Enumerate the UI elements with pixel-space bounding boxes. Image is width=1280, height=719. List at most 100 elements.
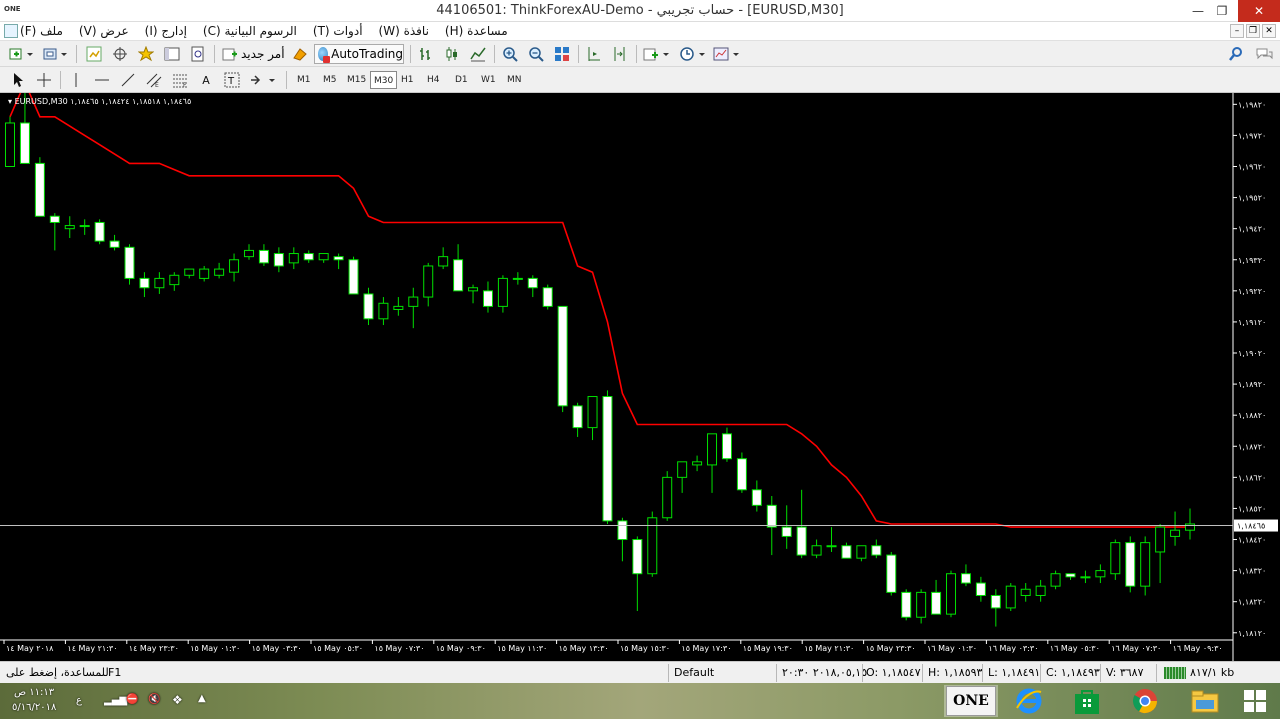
price-chart[interactable]: ١,١٩٨٢٠ ١,١٩٧٢٠ ١,١٩٦٢٠ ١,١٩٥٢٠ ١,١٩٤٢٠ ١,١٩٣… — [0, 93, 1280, 661]
store-icon[interactable] — [1060, 685, 1114, 717]
volume-muted-icon[interactable]: 🔇 — [148, 694, 160, 705]
autotrading-button[interactable]: AutoTrading — [314, 44, 404, 64]
text-tool-icon[interactable]: A — [196, 71, 216, 89]
status-profile[interactable]: Default — [674, 665, 714, 681]
price-axis-label: ١,١٩٨٢٠ — [1238, 100, 1266, 109]
vertical-line-icon[interactable] — [66, 71, 86, 89]
market-watch-icon[interactable] — [84, 45, 104, 63]
timeframe-button-h1[interactable]: H1 — [398, 71, 417, 89]
zoom-in-icon[interactable] — [500, 45, 520, 63]
time-axis-label: ١٥ May ١٧:٣٠ — [681, 644, 731, 653]
timeframe-button-w1[interactable]: W1 — [478, 71, 499, 89]
menu-item[interactable]: عرض (V) — [79, 24, 129, 38]
candle-bullish — [1050, 573, 1061, 587]
arrows-icon[interactable] — [248, 71, 278, 89]
navigator-icon[interactable] — [136, 45, 156, 63]
mdi-restore-button[interactable]: ❐ — [1246, 24, 1260, 38]
candlestick-chart-icon[interactable] — [442, 45, 462, 63]
crosshair-icon[interactable] — [34, 71, 54, 89]
toolbar-separator — [214, 45, 215, 63]
window-title: 44106501: ThinkForexAU-Demo - حساب تجريب… — [436, 3, 844, 18]
menu-item[interactable]: ملف (F) — [20, 24, 63, 38]
equidistant-channel-icon[interactable]: E — [144, 71, 164, 89]
timeframe-button-m1[interactable]: M1 — [294, 71, 314, 89]
bar-chart-icon[interactable] — [416, 45, 436, 63]
menu-item[interactable]: إدارج (I) — [145, 24, 187, 38]
dropbox-icon[interactable]: ❖ — [172, 693, 183, 707]
text-label-icon[interactable]: T — [222, 71, 242, 89]
candle-bullish — [1170, 529, 1181, 537]
indicator-line — [9, 93, 1190, 528]
candle-bullish — [64, 225, 75, 230]
candle-bullish — [169, 274, 180, 286]
indicators-icon[interactable] — [642, 45, 672, 63]
cursor-icon[interactable] — [8, 71, 28, 89]
time-axis-label: ١٤ May ٢٣:٣٠ — [129, 644, 179, 653]
templates-icon[interactable] — [712, 45, 742, 63]
status-datetime: ٢٠١٨,٠٥,١٥ ٢٠:٣٠ — [782, 666, 868, 679]
network-warning-icon[interactable]: ⛔ — [126, 694, 138, 705]
timeframe-button-mn[interactable]: MN — [504, 71, 525, 89]
fibonacci-icon[interactable]: F — [170, 71, 190, 89]
line-chart-icon[interactable] — [468, 45, 488, 63]
internet-explorer-icon[interactable] — [1002, 685, 1056, 717]
timeframe-button-h4[interactable]: H4 — [424, 71, 443, 89]
timeframe-button-m15[interactable]: M15 — [344, 71, 369, 89]
connection-status-icon[interactable] — [1164, 667, 1186, 679]
clock-time[interactable]: ١١:١٣ ص — [14, 687, 54, 698]
periods-icon[interactable] — [678, 45, 708, 63]
auto-scroll-icon[interactable] — [610, 45, 630, 63]
horizontal-line-icon[interactable] — [92, 71, 112, 89]
status-traffic: ٨١٧/١ kb — [1190, 666, 1235, 679]
candle-bearish — [94, 221, 105, 242]
mdi-minimize-button[interactable]: – — [1230, 24, 1244, 38]
trendline-icon[interactable] — [118, 71, 138, 89]
status-help-text: للمساعدة، إضغط على — [6, 666, 109, 679]
signal-icon[interactable]: ▂▄▆ — [104, 695, 127, 706]
new-order-button[interactable]: أمر جديد — [222, 45, 285, 63]
menu-item[interactable]: الرسوم البيانية (C) — [203, 24, 297, 38]
metaeditor-icon[interactable] — [290, 45, 310, 63]
menu-item[interactable]: مساعدة (H) — [445, 24, 508, 38]
time-axis-label: ١٦ May ٠٣:٣٠ — [988, 644, 1038, 653]
candle-bullish — [214, 268, 225, 276]
strategy-tester-icon[interactable] — [188, 45, 208, 63]
terminal-icon[interactable] — [162, 45, 182, 63]
menu-item[interactable]: أدوات (T) — [313, 24, 363, 38]
mdi-close-button[interactable]: ✕ — [1262, 24, 1276, 38]
file-explorer-icon[interactable] — [1178, 685, 1232, 717]
timeframe-button-d1[interactable]: D1 — [452, 71, 471, 89]
chart-canvas[interactable]: ١,١٩٨٢٠ ١,١٩٧٢٠ ١,١٩٦٢٠ ١,١٩٥٢٠ ١,١٩٤٢٠ ١,١٩٣… — [0, 93, 1280, 661]
status-divider — [668, 664, 669, 682]
price-axis-label: ١,١٨٣٢٠ — [1238, 567, 1266, 576]
start-button[interactable] — [1230, 685, 1280, 717]
new-chart-icon[interactable] — [8, 45, 36, 63]
chart-shift-icon[interactable] — [584, 45, 604, 63]
data-window-icon[interactable] — [110, 45, 130, 63]
show-hidden-icons-icon[interactable]: ▲ — [198, 693, 206, 704]
candle-bullish — [318, 253, 329, 261]
timeframe-button-m30[interactable]: M30 — [370, 71, 398, 89]
menu-item[interactable]: نافذة (W) — [379, 24, 429, 38]
input-language[interactable]: ع — [76, 695, 82, 706]
toolbar-separator — [410, 45, 411, 63]
candle-bearish — [348, 259, 359, 295]
chat-icon[interactable] — [1254, 45, 1274, 63]
candle-bearish — [975, 582, 986, 596]
tile-windows-icon[interactable] — [552, 45, 572, 63]
clock-date[interactable]: ٥/١٦/٢٠١٨ — [12, 702, 56, 713]
time-axis-label: ١٦ May ٠٩:٣٠ — [1173, 644, 1223, 653]
price-axis-label: ١,١٩٠٢٠ — [1238, 349, 1266, 358]
close-button[interactable]: ✕ — [1238, 0, 1280, 22]
taskbar-one-app[interactable]: ONE — [944, 685, 998, 717]
restore-button[interactable]: ❐ — [1206, 0, 1238, 22]
price-axis-label: ١,١٨٧٢٠ — [1238, 442, 1266, 451]
chrome-icon[interactable] — [1118, 685, 1172, 717]
timeframe-button-m5[interactable]: M5 — [320, 71, 340, 89]
chart-window-icon[interactable] — [4, 24, 18, 38]
search-icon[interactable] — [1226, 45, 1246, 63]
profiles-icon[interactable] — [42, 45, 70, 63]
zoom-out-icon[interactable] — [526, 45, 546, 63]
standard-toolbar: أمر جديد AutoTrading — [0, 41, 1280, 67]
candle-bullish — [856, 545, 867, 559]
